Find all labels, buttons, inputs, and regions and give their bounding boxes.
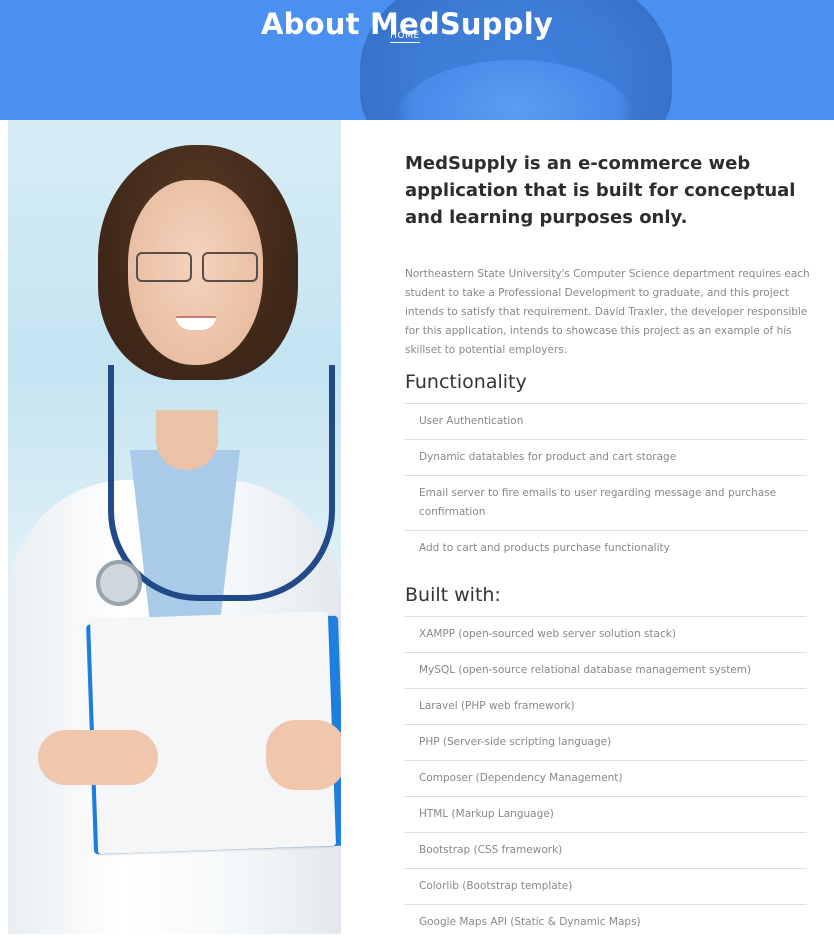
functionality-list: User Authentication Dynamic datatables f…: [405, 403, 807, 566]
list-item: Colorlib (Bootstrap template): [405, 868, 807, 904]
list-item: Add to cart and products purchase functi…: [405, 530, 807, 566]
intro-description: Northeastern State University's Computer…: [405, 268, 810, 356]
list-item: Bootstrap (CSS framework): [405, 832, 807, 868]
list-item: Composer (Dependency Management): [405, 760, 807, 796]
stethoscope-icon: [108, 365, 335, 601]
about-content: MedSupply is an e-commerce web applicati…: [405, 150, 810, 360]
doctor-photo: [8, 120, 341, 934]
built-with-heading: Built with:: [405, 584, 501, 606]
list-item: Google Maps API (Static & Dynamic Maps): [405, 904, 807, 940]
list-item: PHP (Server-side scripting language): [405, 724, 807, 760]
breadcrumb: HOME: [0, 31, 810, 43]
hero-banner: About MedSupply HOME: [0, 0, 834, 120]
list-item: XAMPP (open-sourced web server solution …: [405, 616, 807, 652]
breadcrumb-home-link[interactable]: HOME: [390, 31, 420, 43]
list-item: MySQL (open-source relational database m…: [405, 652, 807, 688]
list-item: Email server to fire emails to user rega…: [405, 475, 807, 530]
list-item: User Authentication: [405, 403, 807, 439]
list-item: HTML (Markup Language): [405, 796, 807, 832]
built-with-list: XAMPP (open-sourced web server solution …: [405, 616, 807, 940]
photo-hand-left: [38, 730, 158, 785]
list-item: Laravel (PHP web framework): [405, 688, 807, 724]
functionality-heading: Functionality: [405, 371, 527, 393]
intro-headline: MedSupply is an e-commerce web applicati…: [405, 153, 796, 228]
photo-hand-right: [266, 720, 341, 790]
stethoscope-chestpiece: [96, 560, 142, 606]
photo-glasses: [136, 252, 258, 282]
list-item: Dynamic datatables for product and cart …: [405, 439, 807, 475]
